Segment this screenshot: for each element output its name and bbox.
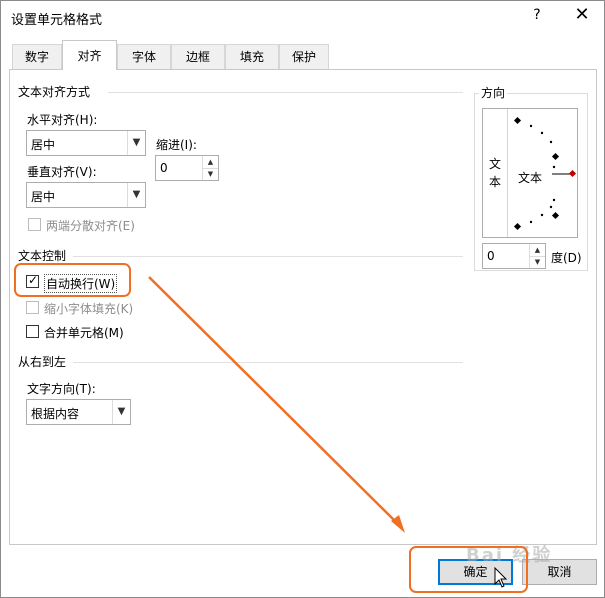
dial-tick-minus90 [513, 222, 522, 231]
vertical-text-label: 文 本 [488, 157, 501, 189]
vertical-align-select[interactable]: 居中 ▼ [26, 182, 146, 208]
vertical-align-label: 垂直对齐(V): [27, 165, 97, 179]
chevron-down-icon: ▼ [112, 400, 130, 424]
horizontal-align-label: 水平对齐(H): [27, 113, 98, 127]
rtl-section-title: 从右到左 [18, 355, 67, 369]
dial-tick-90 [513, 116, 522, 125]
dialog-title: 设置单元格格式 [11, 13, 103, 28]
spin-down-icon[interactable]: ▼ [529, 256, 545, 268]
distributed-label: 两端分散对齐(E) [46, 219, 135, 233]
vertical-text-button[interactable]: 文 本 [483, 109, 508, 237]
orientation-title: 方向 [479, 84, 508, 101]
section-divider [108, 92, 463, 93]
dial-text: 文本 [518, 171, 543, 185]
vertical-align-value: 居中 [31, 190, 56, 204]
dial-tick-45 [551, 152, 560, 161]
dial-marker [568, 169, 577, 178]
text-direction-value: 根据内容 [31, 407, 80, 421]
close-button[interactable]: ✕ [571, 4, 593, 28]
orientation-control: 文 本 文本 [482, 108, 578, 238]
section-divider [73, 362, 463, 363]
text-control-section-title: 文本控制 [18, 249, 67, 263]
tab-protection[interactable]: 保护 [279, 44, 329, 69]
tab-alignment[interactable]: 对齐 [62, 40, 117, 70]
degrees-label: 度(D) [551, 251, 582, 265]
mouse-cursor-icon [494, 567, 508, 588]
dial-tick-minus45 [551, 211, 560, 220]
tab-font[interactable]: 字体 [117, 44, 171, 69]
shrink-to-fit-label: 缩小字体填充(K) [44, 302, 134, 316]
degrees-spinner[interactable]: 0 ▲ ▼ [482, 243, 546, 269]
wrap-text-label[interactable]: 自动换行(W) [44, 274, 118, 293]
format-cells-dialog: 设置单元格格式 ? ✕ 数字 对齐 字体 边框 填充 保护 文本对齐方式 水平对… [0, 0, 605, 598]
indent-label: 缩进(I): [156, 138, 197, 152]
tab-fill[interactable]: 填充 [225, 44, 279, 69]
distributed-checkbox[interactable] [28, 218, 41, 231]
merge-cells-checkbox[interactable] [26, 325, 39, 338]
shrink-to-fit-checkbox[interactable] [26, 301, 39, 314]
tab-number[interactable]: 数字 [12, 44, 62, 69]
checkmark-icon: ✓ [28, 273, 39, 287]
horizontal-align-value: 居中 [31, 138, 56, 152]
title-bar: 设置单元格格式 ? ✕ [1, 1, 604, 33]
help-button[interactable]: ? [527, 7, 547, 27]
chevron-down-icon: ▼ [127, 183, 145, 207]
horizontal-align-select[interactable]: 居中 ▼ [26, 130, 146, 156]
merge-cells-label[interactable]: 合并单元格(M) [44, 324, 124, 341]
degrees-value: 0 [487, 249, 495, 263]
section-divider [73, 256, 463, 257]
spin-down-icon[interactable]: ▼ [202, 168, 218, 180]
tab-border[interactable]: 边框 [171, 44, 225, 69]
text-direction-label: 文字方向(T): [27, 382, 96, 396]
watermark: Bai 经验 [466, 545, 553, 566]
wrap-text-checkbox[interactable]: ✓ [26, 273, 39, 288]
chevron-down-icon: ▼ [127, 131, 145, 155]
indent-value: 0 [160, 161, 168, 175]
indent-spinner[interactable]: 0 ▲ ▼ [155, 155, 219, 181]
text-alignment-section-title: 文本对齐方式 [18, 85, 91, 99]
text-direction-select[interactable]: 根据内容 ▼ [26, 399, 131, 425]
